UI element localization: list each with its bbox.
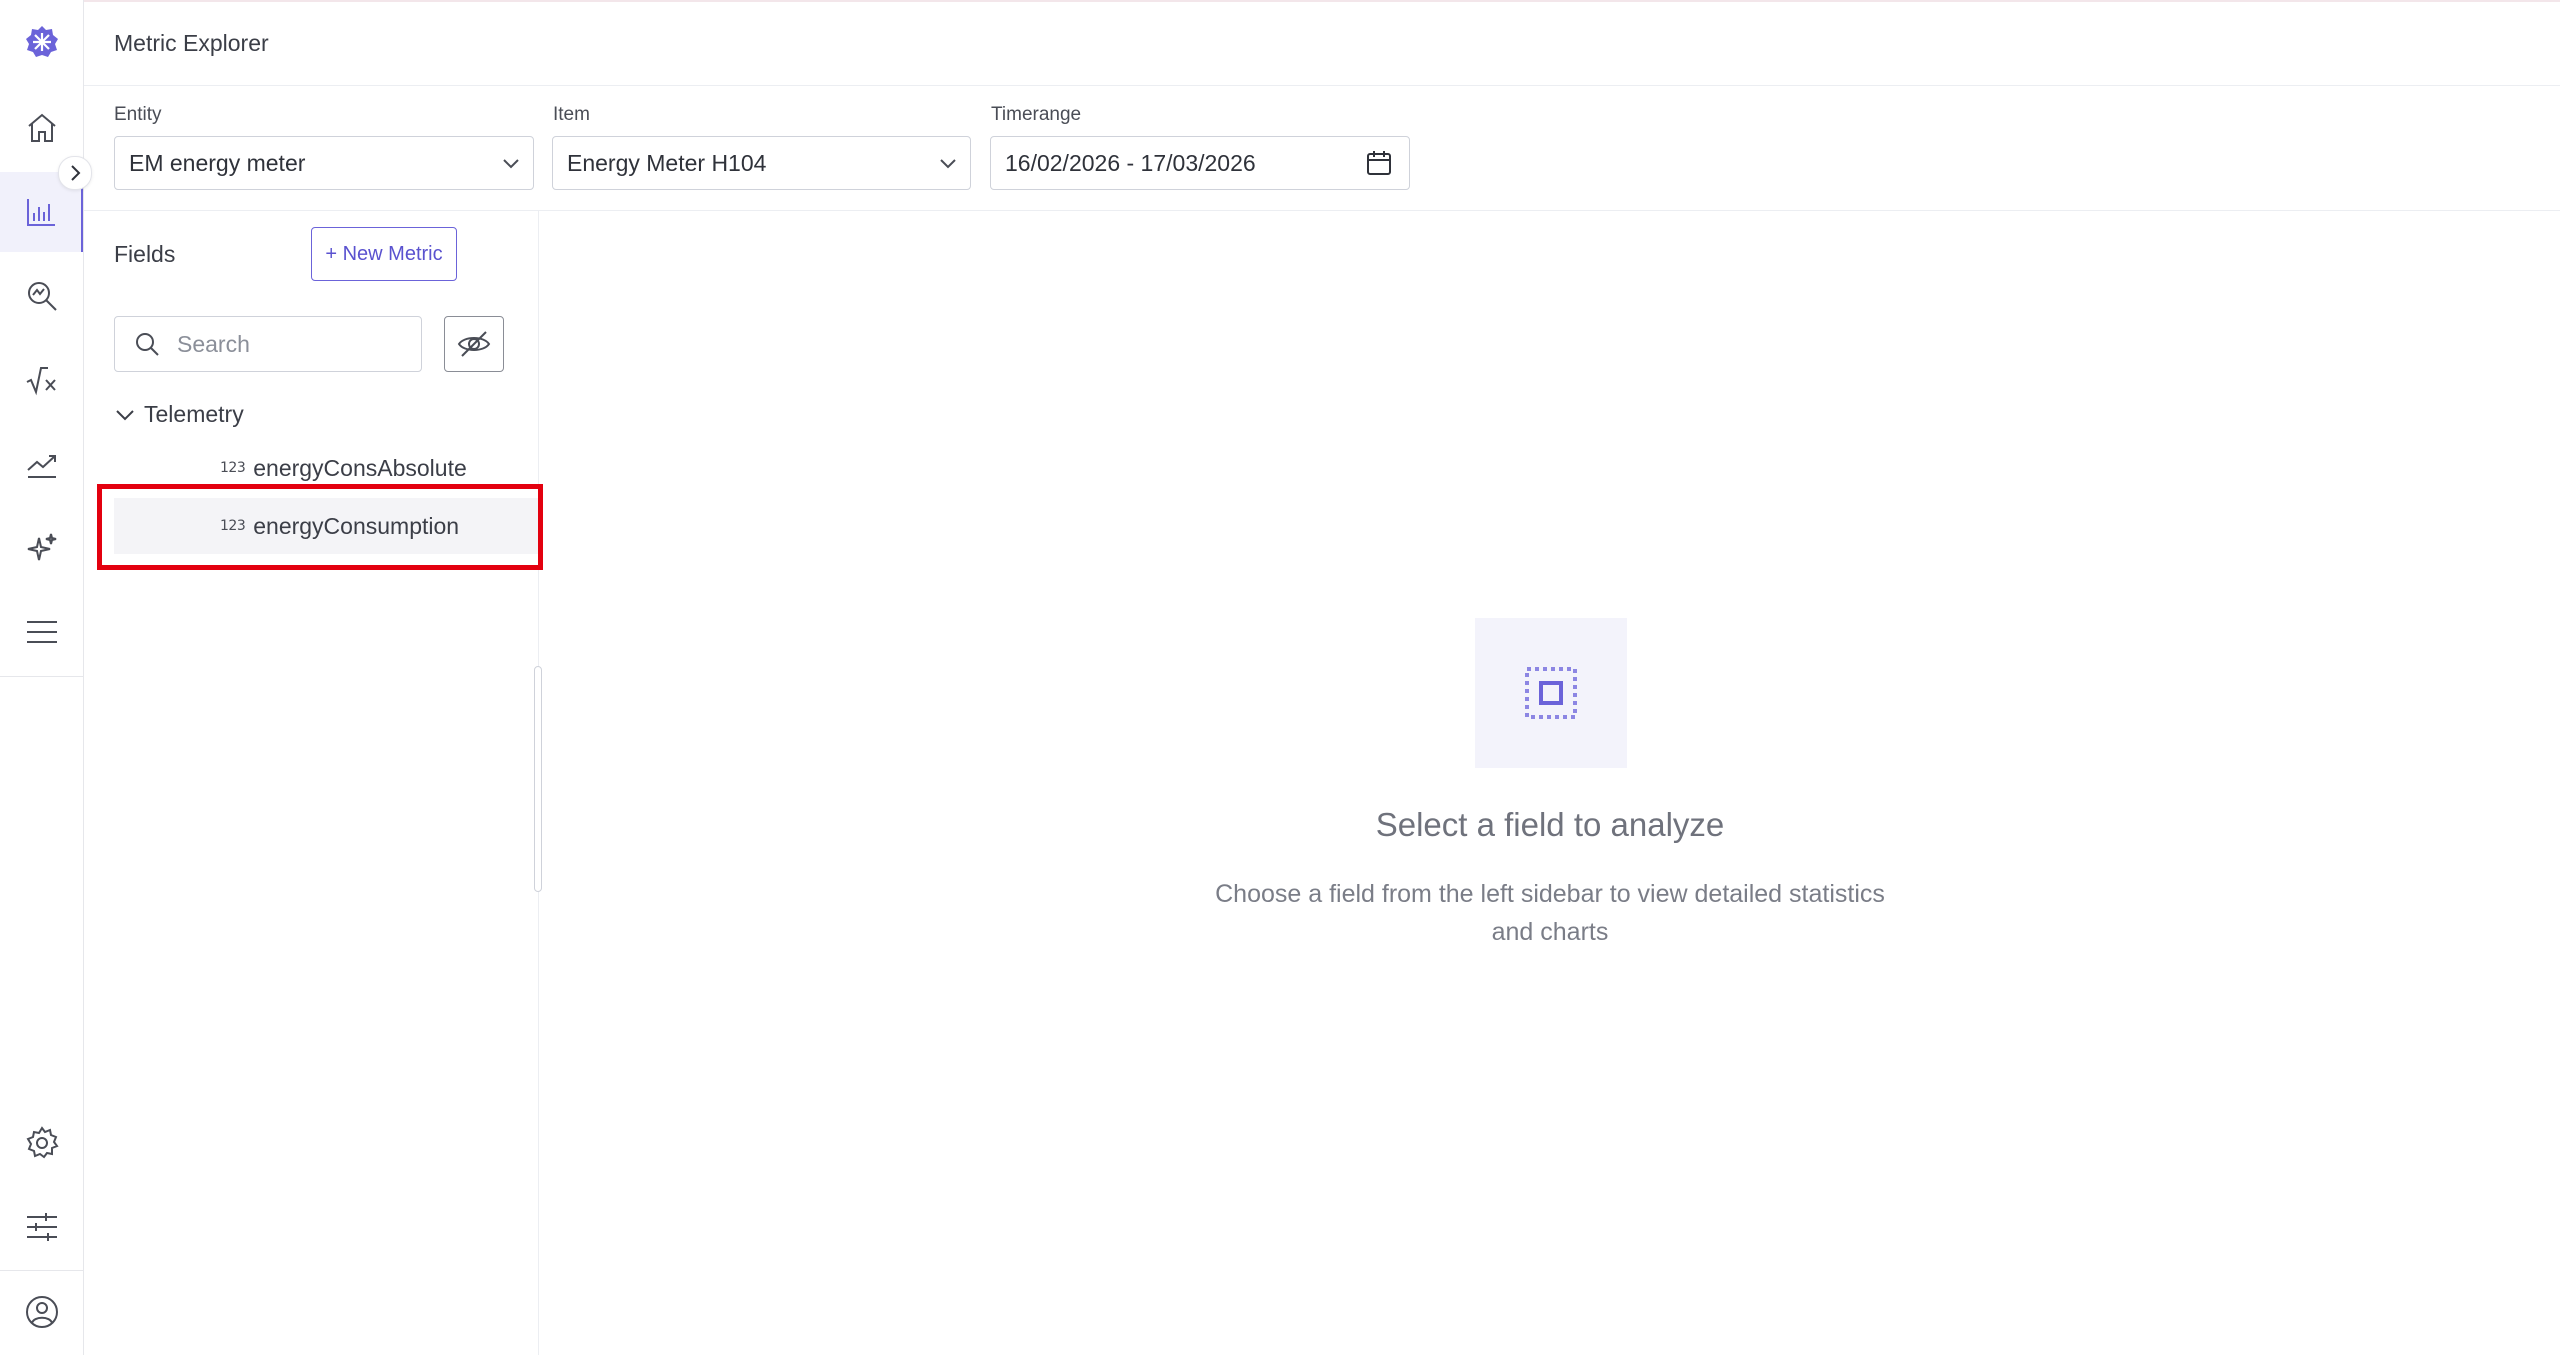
entity-select[interactable]: EM energy meter — [114, 136, 534, 190]
field-search — [114, 316, 422, 372]
nav-trends[interactable] — [0, 424, 83, 504]
rail-divider-bottom — [0, 1270, 83, 1271]
bar-chart-icon — [26, 199, 55, 226]
nav-ai[interactable] — [0, 508, 83, 588]
fields-panel: Fields + New Metric Telemetry 123 energy… — [84, 211, 539, 1355]
empty-state-description: Choose a field from the left sidebar to … — [1215, 880, 1885, 946]
chevron-right-icon — [71, 165, 81, 181]
chevron-down-icon — [940, 159, 956, 169]
rail-divider — [0, 676, 83, 677]
field-item-energyconsabsolute[interactable]: 123 energyConsAbsolute — [114, 440, 538, 496]
app-logo[interactable] — [0, 2, 83, 82]
calendar-icon — [1367, 151, 1391, 175]
left-nav-rail — [0, 0, 92, 1355]
number-type-icon: 123 — [220, 518, 246, 534]
fields-scrollbar[interactable] — [534, 666, 542, 892]
menu-icon — [26, 621, 57, 643]
sparkle-icon — [27, 533, 56, 561]
item-select[interactable]: Energy Meter H104 — [552, 136, 971, 190]
timerange-value: 16/02/2026 - 17/03/2026 — [1005, 149, 1256, 176]
new-metric-button[interactable]: + New Metric — [311, 227, 457, 281]
fields-title: Fields — [114, 241, 176, 267]
nav-formulas[interactable] — [0, 340, 83, 420]
field-name: energyConsAbsolute — [253, 454, 467, 481]
eye-off-icon — [457, 331, 491, 357]
logo-icon — [25, 26, 58, 57]
nav-analyze[interactable] — [0, 256, 83, 336]
user-icon — [25, 1296, 58, 1328]
item-label: Item — [553, 104, 590, 125]
empty-state-icon-tile — [1475, 618, 1627, 768]
item-value: Energy Meter H104 — [567, 149, 767, 176]
field-item-energyconsumption[interactable]: 123 energyConsumption — [114, 498, 538, 554]
search-input[interactable] — [175, 329, 399, 359]
nav-profile[interactable] — [0, 1272, 83, 1352]
nav-menu[interactable] — [0, 592, 83, 672]
trend-icon — [26, 455, 56, 478]
telemetry-group-toggle[interactable]: Telemetry — [114, 401, 244, 428]
formula-icon — [26, 367, 56, 396]
chevron-down-icon — [503, 159, 519, 169]
filter-bar: Entity EM energy meter Item Energy Meter… — [84, 86, 2560, 211]
telemetry-group-label: Telemetry — [144, 401, 244, 427]
empty-state-title: Select a field to analyze — [1375, 806, 1725, 843]
entity-label: Entity — [114, 104, 162, 125]
gear-icon — [26, 1126, 59, 1159]
search-chart-icon — [27, 282, 57, 311]
page-title: Metric Explorer — [114, 30, 269, 56]
number-type-icon: 123 — [220, 460, 246, 476]
field-name: energyConsumption — [253, 512, 460, 539]
select-box-icon — [1525, 667, 1577, 719]
nav-settings[interactable] — [0, 1103, 83, 1183]
search-icon — [136, 333, 159, 356]
page-header: Metric Explorer — [84, 2, 2560, 86]
sliders-icon — [26, 1213, 57, 1241]
timerange-label: Timerange — [991, 104, 1082, 125]
entity-value: EM energy meter — [129, 149, 306, 176]
toggle-hidden-fields-button[interactable] — [444, 316, 504, 372]
nav-preferences[interactable] — [0, 1187, 83, 1267]
timerange-picker[interactable]: 16/02/2026 - 17/03/2026 — [990, 136, 1410, 190]
home-icon — [27, 113, 56, 142]
chevron-down-icon — [116, 409, 134, 420]
